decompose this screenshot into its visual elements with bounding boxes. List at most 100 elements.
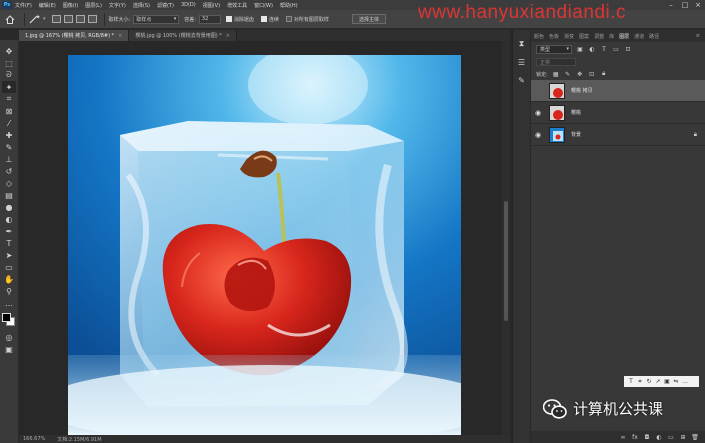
contiguous-checkbox[interactable] xyxy=(260,16,267,22)
menu-help[interactable]: 帮助(H) xyxy=(280,2,298,9)
lock-position-icon[interactable]: ✥ xyxy=(576,70,584,78)
flip-icon[interactable]: ⇋ xyxy=(672,378,680,386)
canvas-area[interactable] xyxy=(19,41,510,435)
eraser-tool-icon[interactable]: ◇ xyxy=(2,177,16,189)
layer-style-icon[interactable]: fx xyxy=(631,433,639,441)
lock-pixels-icon[interactable]: ▦ xyxy=(552,70,560,78)
more-icon[interactable]: … xyxy=(681,378,689,386)
scrollbar-thumb[interactable] xyxy=(504,201,508,321)
eye-icon[interactable]: ◉ xyxy=(531,102,545,124)
path-select-icon[interactable]: ➤ xyxy=(2,249,16,261)
antialias-checkbox[interactable] xyxy=(225,16,232,22)
new-group-icon[interactable]: ▭ xyxy=(667,433,675,441)
intersect-selection-button[interactable] xyxy=(87,15,97,23)
tool-preset-arrow-icon[interactable]: ▾ xyxy=(43,16,46,22)
filter-pixel-icon[interactable]: ▣ xyxy=(576,45,584,53)
menu-edit[interactable]: 编辑(E) xyxy=(39,2,56,9)
lasso-tool-icon[interactable]: ᘐ xyxy=(2,69,16,81)
adjustment-layer-icon[interactable]: ◐ xyxy=(655,433,663,441)
home-button[interactable] xyxy=(0,10,20,29)
new-selection-button[interactable] xyxy=(51,15,61,23)
shape-tool-icon[interactable]: ▭ xyxy=(2,261,16,273)
lock-all-icon[interactable]: 🔒︎ xyxy=(600,70,608,78)
tab-gradients[interactable]: 渐变 xyxy=(564,33,574,40)
magic-wand-icon[interactable]: ✦ xyxy=(2,81,16,93)
rotate-icon[interactable]: ↻ xyxy=(645,378,653,386)
layer-row[interactable]: 樱桃 拷贝 xyxy=(531,80,705,102)
menu-window[interactable]: 窗口(W) xyxy=(254,2,273,9)
panel-menu-icon[interactable]: ≡ xyxy=(696,33,700,39)
tab-libraries[interactable]: 库 xyxy=(609,33,614,40)
filter-shape-icon[interactable]: ▭ xyxy=(612,45,620,53)
blur-tool-icon[interactable]: ● xyxy=(2,201,16,213)
clone-stamp-icon[interactable]: ⊥ xyxy=(2,153,16,165)
layer-row[interactable]: ◉ 樱桃 xyxy=(531,102,705,124)
tab-layers[interactable]: 图层 xyxy=(619,33,629,40)
zoom-level[interactable]: 166.67% xyxy=(23,436,45,442)
filter-type-icon[interactable]: T xyxy=(600,45,608,53)
eyedropper-tool-icon[interactable]: ⁄ xyxy=(2,117,16,129)
properties-panel-icon[interactable]: ☰ xyxy=(516,56,528,68)
link-layers-icon[interactable]: ∞ xyxy=(619,433,627,441)
visibility-hidden-icon[interactable] xyxy=(531,80,545,102)
menu-3d[interactable]: 3D(D) xyxy=(181,2,196,8)
menu-image[interactable]: 图像(I) xyxy=(63,2,78,9)
tab-document-2[interactable]: 樱桃.jpg @ 100% (樱桃去背景用图) * × xyxy=(129,30,237,41)
image-icon[interactable]: ▣ xyxy=(663,378,671,386)
foreground-color[interactable] xyxy=(2,313,11,322)
lock-artboard-icon[interactable]: ⊡ xyxy=(588,70,596,78)
crop-tool-icon[interactable]: ⌗ xyxy=(2,93,16,105)
menu-file[interactable]: 文件(F) xyxy=(15,2,32,9)
pen-tool-icon[interactable]: ✒ xyxy=(2,225,16,237)
lock-paint-icon[interactable]: ✎ xyxy=(564,70,572,78)
hand-tool-icon[interactable]: ✋ xyxy=(2,273,16,285)
tab-channels[interactable]: 通道 xyxy=(634,33,644,40)
tab-patterns[interactable]: 图案 xyxy=(579,33,589,40)
type-tool-icon[interactable]: T xyxy=(2,237,16,249)
menu-layer[interactable]: 图层(L) xyxy=(85,2,102,9)
gradient-tool-icon[interactable]: ▤ xyxy=(2,189,16,201)
add-selection-button[interactable] xyxy=(63,15,73,23)
dodge-tool-icon[interactable]: ◐ xyxy=(2,213,16,225)
brush-tool-icon[interactable]: ✎ xyxy=(2,141,16,153)
layer-filter-select[interactable]: 类型 ▾ xyxy=(536,44,572,54)
screen-mode-icon[interactable]: ▣ xyxy=(2,343,16,355)
move-tool-icon[interactable]: ✥ xyxy=(2,45,16,57)
brush-settings-icon[interactable]: ✎ xyxy=(516,74,528,86)
tab-document-1[interactable]: 1.jpg @ 167% (樱桃 拷贝, RGB/8#) * × xyxy=(19,30,130,41)
subtract-selection-button[interactable] xyxy=(75,15,85,23)
eye-icon[interactable]: ◉ xyxy=(531,124,545,146)
all-layers-checkbox[interactable] xyxy=(285,16,292,22)
zoom-tool-icon[interactable]: ⚲ xyxy=(2,285,16,297)
delete-layer-icon[interactable]: 🗑︎ xyxy=(691,433,699,441)
more-tools-icon[interactable]: … xyxy=(2,297,16,309)
history-panel-icon[interactable]: ⧗ xyxy=(516,38,528,50)
close-tab-icon[interactable]: × xyxy=(118,33,122,39)
canvas-scrollbar[interactable] xyxy=(502,41,510,435)
select-subject-button[interactable]: 选择主体 xyxy=(351,14,386,24)
maximize-icon[interactable]: □ xyxy=(678,0,692,10)
menu-type[interactable]: 文字(Y) xyxy=(109,2,126,9)
close-icon[interactable]: × xyxy=(691,0,705,10)
menu-view[interactable]: 视图(V) xyxy=(203,2,220,9)
blend-mode-select[interactable]: 正常 xyxy=(536,58,576,66)
color-swatches[interactable] xyxy=(2,313,16,327)
filter-smart-icon[interactable]: ⊡ xyxy=(624,45,632,53)
minimize-icon[interactable]: – xyxy=(664,0,678,10)
menu-filter[interactable]: 滤镜(T) xyxy=(157,2,174,9)
marquee-tool-icon[interactable]: ⬚ xyxy=(2,57,16,69)
menu-plugins[interactable]: 增效工具 xyxy=(227,2,247,9)
crop-icon[interactable]: ⌗ xyxy=(636,378,644,386)
tolerance-input[interactable]: 32 xyxy=(198,14,221,24)
menu-select[interactable]: 选择(S) xyxy=(133,2,150,9)
add-mask-icon[interactable]: ◘ xyxy=(643,433,651,441)
layer-row[interactable]: ◉ 背景 🔒︎ xyxy=(531,124,705,146)
magic-wand-tool-icon[interactable] xyxy=(29,14,41,24)
close-tab-icon[interactable]: × xyxy=(226,33,230,39)
filter-adjustment-icon[interactable]: ◐ xyxy=(588,45,596,53)
document-canvas[interactable] xyxy=(68,55,461,435)
text-icon[interactable]: T xyxy=(627,378,635,386)
new-layer-icon[interactable]: ⊞ xyxy=(679,433,687,441)
arrow-icon[interactable]: ➚ xyxy=(654,378,662,386)
sample-size-select[interactable]: 取样点 ▾ xyxy=(133,14,180,24)
